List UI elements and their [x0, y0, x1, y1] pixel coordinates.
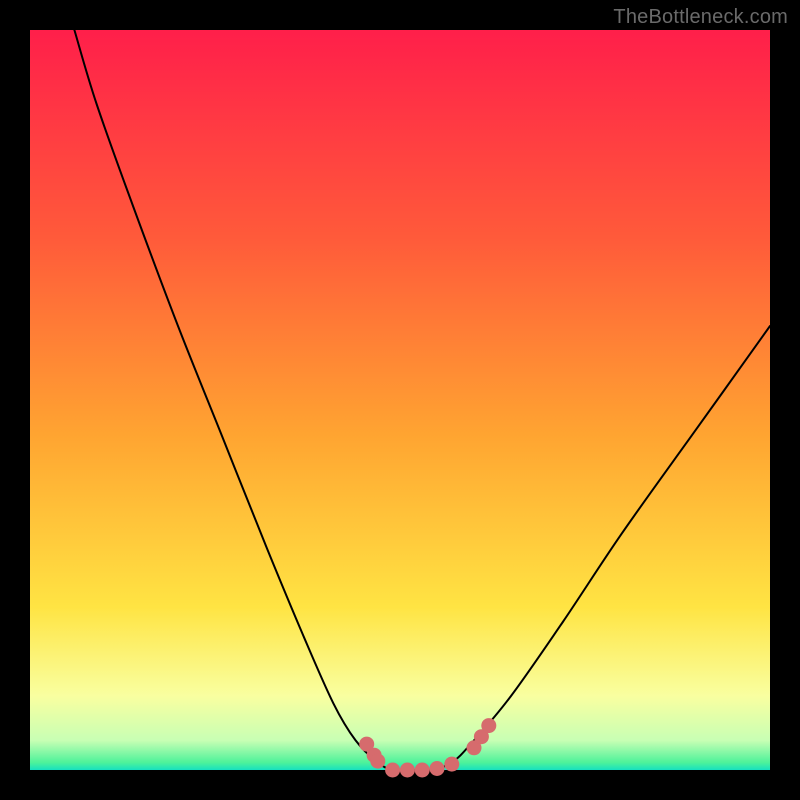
curve-marker: [415, 763, 430, 778]
curve-marker: [400, 763, 415, 778]
curve-marker: [481, 718, 496, 733]
curve-marker: [444, 757, 459, 772]
bottleneck-curve: [74, 30, 770, 771]
curve-marker: [430, 761, 445, 776]
chart-plot-area: [30, 30, 770, 770]
curve-marker: [370, 754, 385, 769]
curve-marker: [385, 763, 400, 778]
watermark-label: TheBottleneck.com: [613, 6, 788, 29]
chart-frame: TheBottleneck.com: [0, 0, 800, 800]
curve-markers: [359, 718, 496, 777]
chart-svg: [30, 30, 770, 770]
